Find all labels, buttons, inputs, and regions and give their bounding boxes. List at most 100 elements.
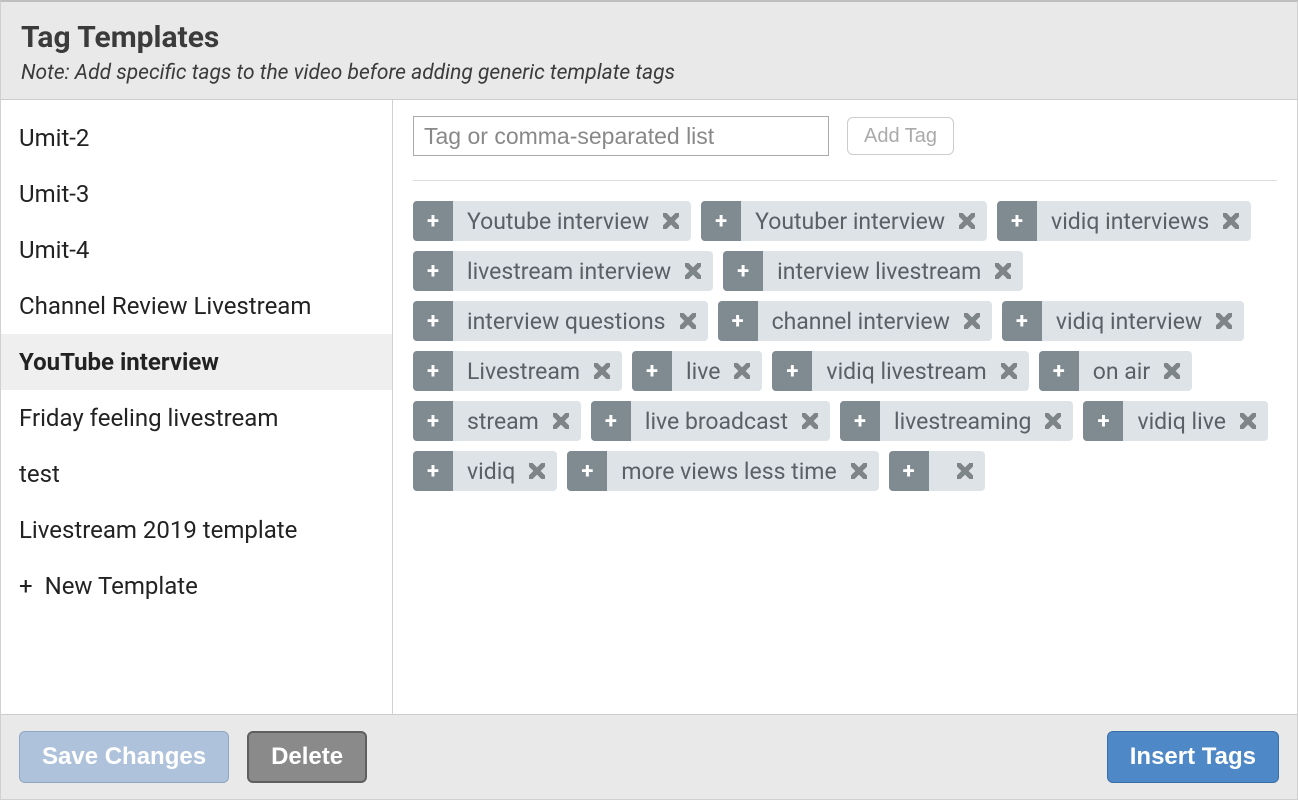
close-icon bbox=[957, 463, 973, 479]
plus-icon: + bbox=[646, 359, 658, 384]
plus-icon: + bbox=[581, 459, 593, 484]
panel-note: Note: Add specific tags to the video bef… bbox=[21, 61, 1277, 85]
tag-remove-button[interactable] bbox=[800, 401, 830, 441]
tag-add-button[interactable]: + bbox=[889, 451, 929, 491]
save-changes-button[interactable]: Save Changes bbox=[19, 731, 229, 783]
tag-remove-button[interactable] bbox=[849, 451, 879, 491]
plus-icon: + bbox=[427, 209, 439, 234]
tag-remove-button[interactable] bbox=[1221, 201, 1251, 241]
tag-remove-button[interactable] bbox=[962, 301, 992, 341]
sidebar-item-template[interactable]: Friday feeling livestream bbox=[1, 390, 392, 446]
tag-label: interview livestream bbox=[763, 251, 993, 291]
tag-remove-button[interactable] bbox=[678, 301, 708, 341]
tag-pill: + live bbox=[632, 351, 762, 391]
tag-remove-button[interactable] bbox=[683, 251, 713, 291]
tag-templates-panel: Tag Templates Note: Add specific tags to… bbox=[0, 0, 1298, 800]
tag-pill: + vidiq interview bbox=[1002, 301, 1244, 341]
plus-icon: + bbox=[903, 459, 915, 484]
tag-pill: +more views less time bbox=[567, 451, 878, 491]
close-icon bbox=[734, 363, 750, 379]
tag-add-button[interactable]: + bbox=[413, 351, 453, 391]
sidebar-item-template[interactable]: Umit-3 bbox=[1, 166, 392, 222]
tag-remove-button[interactable] bbox=[1162, 351, 1192, 391]
tag-add-button[interactable]: + bbox=[591, 401, 631, 441]
plus-icon: + bbox=[1016, 309, 1028, 334]
tag-input[interactable] bbox=[413, 116, 829, 156]
panel-footer: Save Changes Delete Insert Tags bbox=[1, 714, 1297, 799]
tag-add-button[interactable]: + bbox=[1039, 351, 1079, 391]
panel-content: Umit-2Umit-3Umit-4Channel Review Livestr… bbox=[1, 100, 1297, 714]
tag-label: interview questions bbox=[453, 301, 678, 341]
plus-icon: + bbox=[427, 459, 439, 484]
tag-remove-button[interactable] bbox=[592, 351, 622, 391]
close-icon bbox=[1216, 313, 1232, 329]
tag-remove-button[interactable] bbox=[732, 351, 762, 391]
plus-icon: + bbox=[1097, 409, 1109, 434]
close-icon bbox=[685, 263, 701, 279]
plus-icon: + bbox=[732, 309, 744, 334]
tag-add-button[interactable]: + bbox=[840, 401, 880, 441]
tag-remove-button[interactable] bbox=[955, 451, 985, 491]
tag-label: channel interview bbox=[758, 301, 962, 341]
tag-add-button[interactable]: + bbox=[701, 201, 741, 241]
sidebar-item-template[interactable]: test bbox=[1, 446, 392, 502]
tag-label: vidiq interview bbox=[1042, 301, 1214, 341]
sidebar-item-template[interactable]: Umit-4 bbox=[1, 222, 392, 278]
tag-add-button[interactable]: + bbox=[718, 301, 758, 341]
tag-add-button[interactable]: + bbox=[632, 351, 672, 391]
tag-add-button[interactable]: + bbox=[723, 251, 763, 291]
plus-icon: + bbox=[854, 409, 866, 434]
tag-add-button[interactable]: + bbox=[772, 351, 812, 391]
tag-add-button[interactable]: + bbox=[1002, 301, 1042, 341]
close-icon bbox=[959, 213, 975, 229]
tag-add-button[interactable]: + bbox=[413, 201, 453, 241]
tag-remove-button[interactable] bbox=[957, 201, 987, 241]
sidebar-item-template[interactable]: Livestream 2019 template bbox=[1, 502, 392, 558]
tag-pill: + vidiq livestream bbox=[772, 351, 1028, 391]
new-template-button[interactable]: + New Template bbox=[1, 558, 392, 614]
tag-remove-button[interactable] bbox=[1214, 301, 1244, 341]
plus-icon: + bbox=[427, 409, 439, 434]
tag-label: Livestream bbox=[453, 351, 592, 391]
close-icon bbox=[802, 413, 818, 429]
sidebar-item-template[interactable]: YouTube interview bbox=[1, 334, 392, 390]
tag-pill: +on air bbox=[1039, 351, 1192, 391]
tag-add-button[interactable]: + bbox=[413, 451, 453, 491]
tag-pill: + bbox=[889, 451, 985, 491]
close-icon bbox=[594, 363, 610, 379]
tag-add-button[interactable]: + bbox=[413, 251, 453, 291]
tag-remove-button[interactable] bbox=[661, 201, 691, 241]
sidebar-item-template[interactable]: Channel Review Livestream bbox=[1, 278, 392, 334]
tag-pill: + interview livestream bbox=[723, 251, 1023, 291]
tag-remove-button[interactable] bbox=[1238, 401, 1268, 441]
plus-icon: + bbox=[786, 359, 798, 384]
tag-label: live broadcast bbox=[631, 401, 800, 441]
tag-input-row: Add Tag bbox=[413, 116, 1277, 156]
tag-remove-button[interactable] bbox=[551, 401, 581, 441]
template-list-sidebar: Umit-2Umit-3Umit-4Channel Review Livestr… bbox=[1, 100, 393, 714]
plus-icon: + bbox=[715, 209, 727, 234]
tag-label: livestream interview bbox=[453, 251, 683, 291]
tag-list: +Youtube interview+Youtuber interview+vi… bbox=[413, 201, 1277, 491]
tag-add-button[interactable]: + bbox=[997, 201, 1037, 241]
tag-remove-button[interactable] bbox=[999, 351, 1029, 391]
tag-add-button[interactable]: + bbox=[567, 451, 607, 491]
tag-remove-button[interactable] bbox=[993, 251, 1023, 291]
insert-tags-button[interactable]: Insert Tags bbox=[1107, 731, 1279, 783]
close-icon bbox=[529, 463, 545, 479]
tag-label: livestreaming bbox=[880, 401, 1043, 441]
tag-remove-button[interactable] bbox=[1043, 401, 1073, 441]
tag-add-button[interactable]: + bbox=[413, 301, 453, 341]
tag-remove-button[interactable] bbox=[527, 451, 557, 491]
add-tag-button[interactable]: Add Tag bbox=[847, 117, 954, 155]
tag-add-button[interactable]: + bbox=[413, 401, 453, 441]
delete-button[interactable]: Delete bbox=[247, 731, 367, 783]
tag-add-button[interactable]: + bbox=[1083, 401, 1123, 441]
tag-label: vidiq live bbox=[1123, 401, 1237, 441]
plus-icon: + bbox=[1011, 209, 1023, 234]
tag-label: vidiq livestream bbox=[812, 351, 998, 391]
plus-icon: + bbox=[737, 259, 749, 284]
tag-pill: +vidiq bbox=[413, 451, 557, 491]
tag-label: live bbox=[672, 351, 732, 391]
sidebar-item-template[interactable]: Umit-2 bbox=[1, 110, 392, 166]
